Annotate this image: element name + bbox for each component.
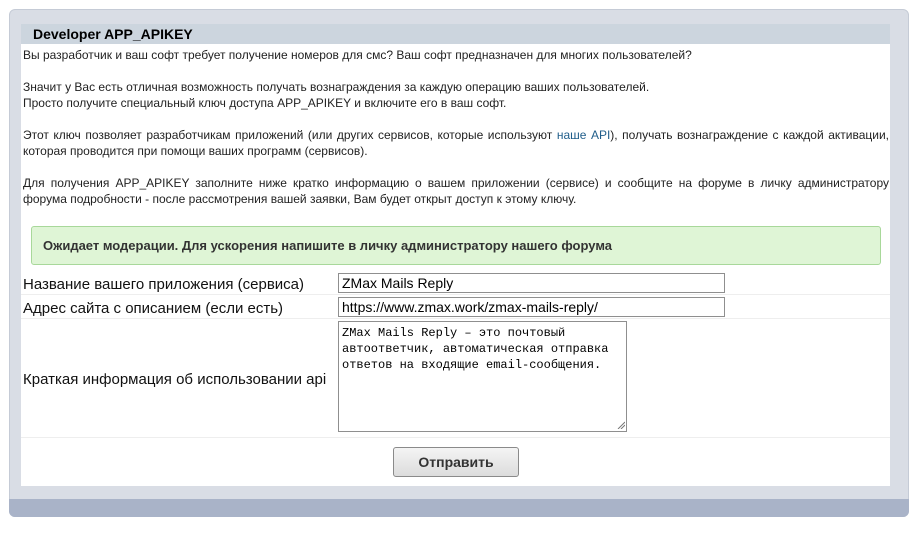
intro-paragraph-3: Этот ключ позволяет разработчикам прилож… <box>23 127 889 159</box>
app-name-label: Название вашего приложения (сервиса) <box>23 276 305 293</box>
usage-info-label: Краткая информация об использовании api <box>23 371 327 388</box>
intro-paragraph-3-start: Этот ключ позволяет разработчикам прилож… <box>23 128 557 142</box>
page-title: Developer APP_APIKEY <box>33 26 193 42</box>
usage-info-textarea[interactable]: ZMax Mails Reply – это почтовый автоотве… <box>338 321 627 432</box>
app-name-input[interactable] <box>338 273 725 293</box>
moderation-notice-text: Ожидает модерации. Для ускорения напишит… <box>43 238 612 253</box>
resize-grip-icon[interactable] <box>617 421 625 429</box>
site-address-label: Адрес сайта с описанием (если есть) <box>23 300 284 317</box>
submit-button[interactable]: Отправить <box>393 447 519 477</box>
form-row-divider <box>21 318 890 319</box>
form-row-divider <box>21 437 890 438</box>
our-api-link[interactable]: наше API <box>557 128 610 142</box>
intro-paragraph-2-line-1: Значит у Вас есть отличная возможность п… <box>23 80 650 94</box>
intro-paragraph-4: Для получения APP_APIKEY заполните ниже … <box>23 176 889 206</box>
moderation-notice: Ожидает модерации. Для ускорения напишит… <box>31 226 881 265</box>
form-row-divider <box>21 294 890 295</box>
panel-footer-bar <box>9 499 909 517</box>
intro-paragraph-1: Вы разработчик и ваш софт требует получе… <box>23 48 692 62</box>
intro-paragraph-2-line-2: Просто получите специальный ключ доступа… <box>23 96 507 110</box>
site-address-input[interactable] <box>338 297 725 317</box>
